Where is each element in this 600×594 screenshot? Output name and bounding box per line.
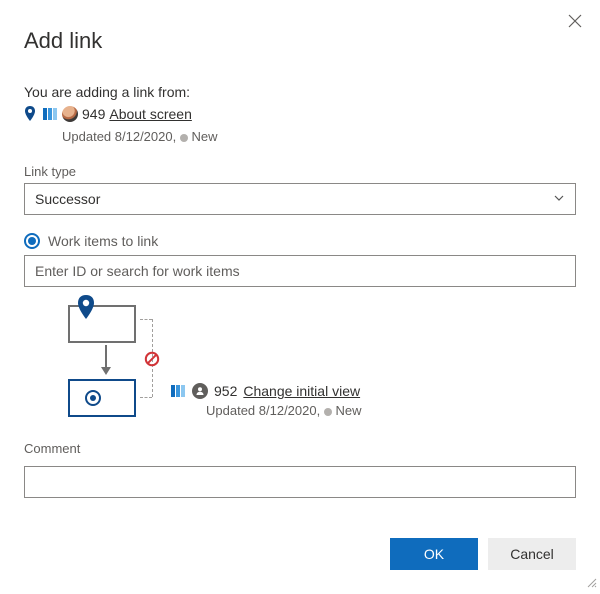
unassigned-icon	[192, 383, 208, 399]
cancel-button[interactable]: Cancel	[488, 538, 576, 570]
link-type-select[interactable]: Successor	[24, 183, 576, 215]
linked-link[interactable]: Change initial view	[243, 383, 360, 399]
epic-icon	[42, 106, 58, 122]
avatar	[62, 106, 78, 122]
work-items-label: Work items to link	[48, 233, 158, 249]
state-dot-icon	[180, 134, 188, 142]
diagram-dash-top	[140, 319, 152, 320]
work-items-input[interactable]	[24, 255, 576, 287]
link-type-value: Successor	[35, 191, 100, 207]
linked-meta: Updated 8/12/2020, New	[206, 403, 361, 418]
source-work-item: 949 About screen	[24, 106, 576, 125]
comment-input[interactable]	[24, 466, 576, 498]
target-dot-icon	[84, 389, 102, 410]
work-items-radio[interactable]: Work items to link	[24, 233, 576, 249]
source-meta: Updated 8/12/2020, New	[62, 129, 576, 144]
source-state: New	[191, 129, 217, 144]
close-icon[interactable]	[568, 14, 582, 31]
source-id: 949	[82, 106, 105, 122]
linked-work-item: 952 Change initial view	[170, 383, 360, 399]
source-link[interactable]: About screen	[109, 106, 192, 122]
linked-id: 952	[214, 383, 237, 399]
radio-selected-icon	[24, 233, 40, 249]
prompt-text: You are adding a link from:	[24, 84, 576, 100]
source-updated: Updated 8/12/2020,	[62, 129, 176, 144]
link-diagram: 952 Change initial view Updated 8/12/202…	[24, 301, 576, 421]
link-type-label: Link type	[24, 164, 576, 179]
blocked-icon	[144, 351, 160, 370]
diagram-target-box	[68, 379, 136, 417]
resize-grip-icon[interactable]	[585, 576, 597, 591]
arrow-down-icon	[100, 345, 112, 380]
ok-button[interactable]: OK	[390, 538, 478, 570]
dialog-title: Add link	[24, 28, 576, 54]
linked-state: New	[335, 403, 361, 418]
state-dot-icon	[324, 408, 332, 416]
diagram-pin-icon	[76, 295, 96, 324]
chevron-down-icon	[553, 191, 565, 207]
diagram-dash-bottom	[140, 397, 152, 398]
epic-icon	[170, 383, 186, 399]
pin-icon	[24, 106, 38, 125]
comment-label: Comment	[24, 441, 576, 456]
linked-updated: Updated 8/12/2020,	[206, 403, 320, 418]
